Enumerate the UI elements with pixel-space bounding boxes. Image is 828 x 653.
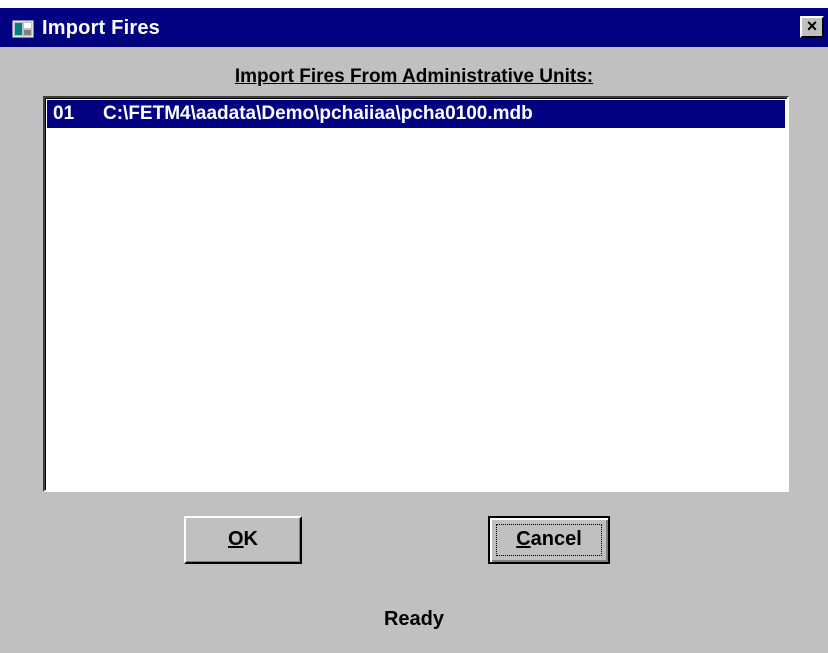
ok-mnemonic: O <box>227 528 244 550</box>
list-item-number: 01 <box>53 103 75 124</box>
app-icon <box>12 20 34 38</box>
title-bar[interactable]: Import Fires × <box>0 8 828 47</box>
focus-rectangle <box>496 524 602 556</box>
status-text: Ready <box>383 608 445 630</box>
import-fires-dialog: Import Fires × Import Fires From Adminis… <box>0 8 828 653</box>
cancel-button[interactable]: Cancel <box>488 516 610 564</box>
admin-units-listbox[interactable]: 01 C:\FETM4\aadata\Demo\pchaiiaa\pcha010… <box>43 96 789 492</box>
close-button[interactable]: × <box>800 16 824 38</box>
ok-button[interactable]: OK <box>184 516 302 564</box>
close-icon: × <box>806 16 818 36</box>
list-item[interactable]: 01 C:\FETM4\aadata\Demo\pchaiiaa\pcha010… <box>47 100 785 128</box>
window-title: Import Fires <box>42 17 160 39</box>
list-item-path: C:\FETM4\aadata\Demo\pchaiiaa\pcha0100.m… <box>103 103 533 124</box>
list-heading: Import Fires From Administrative Units: <box>234 66 594 87</box>
ok-label-rest: K <box>243 528 258 550</box>
